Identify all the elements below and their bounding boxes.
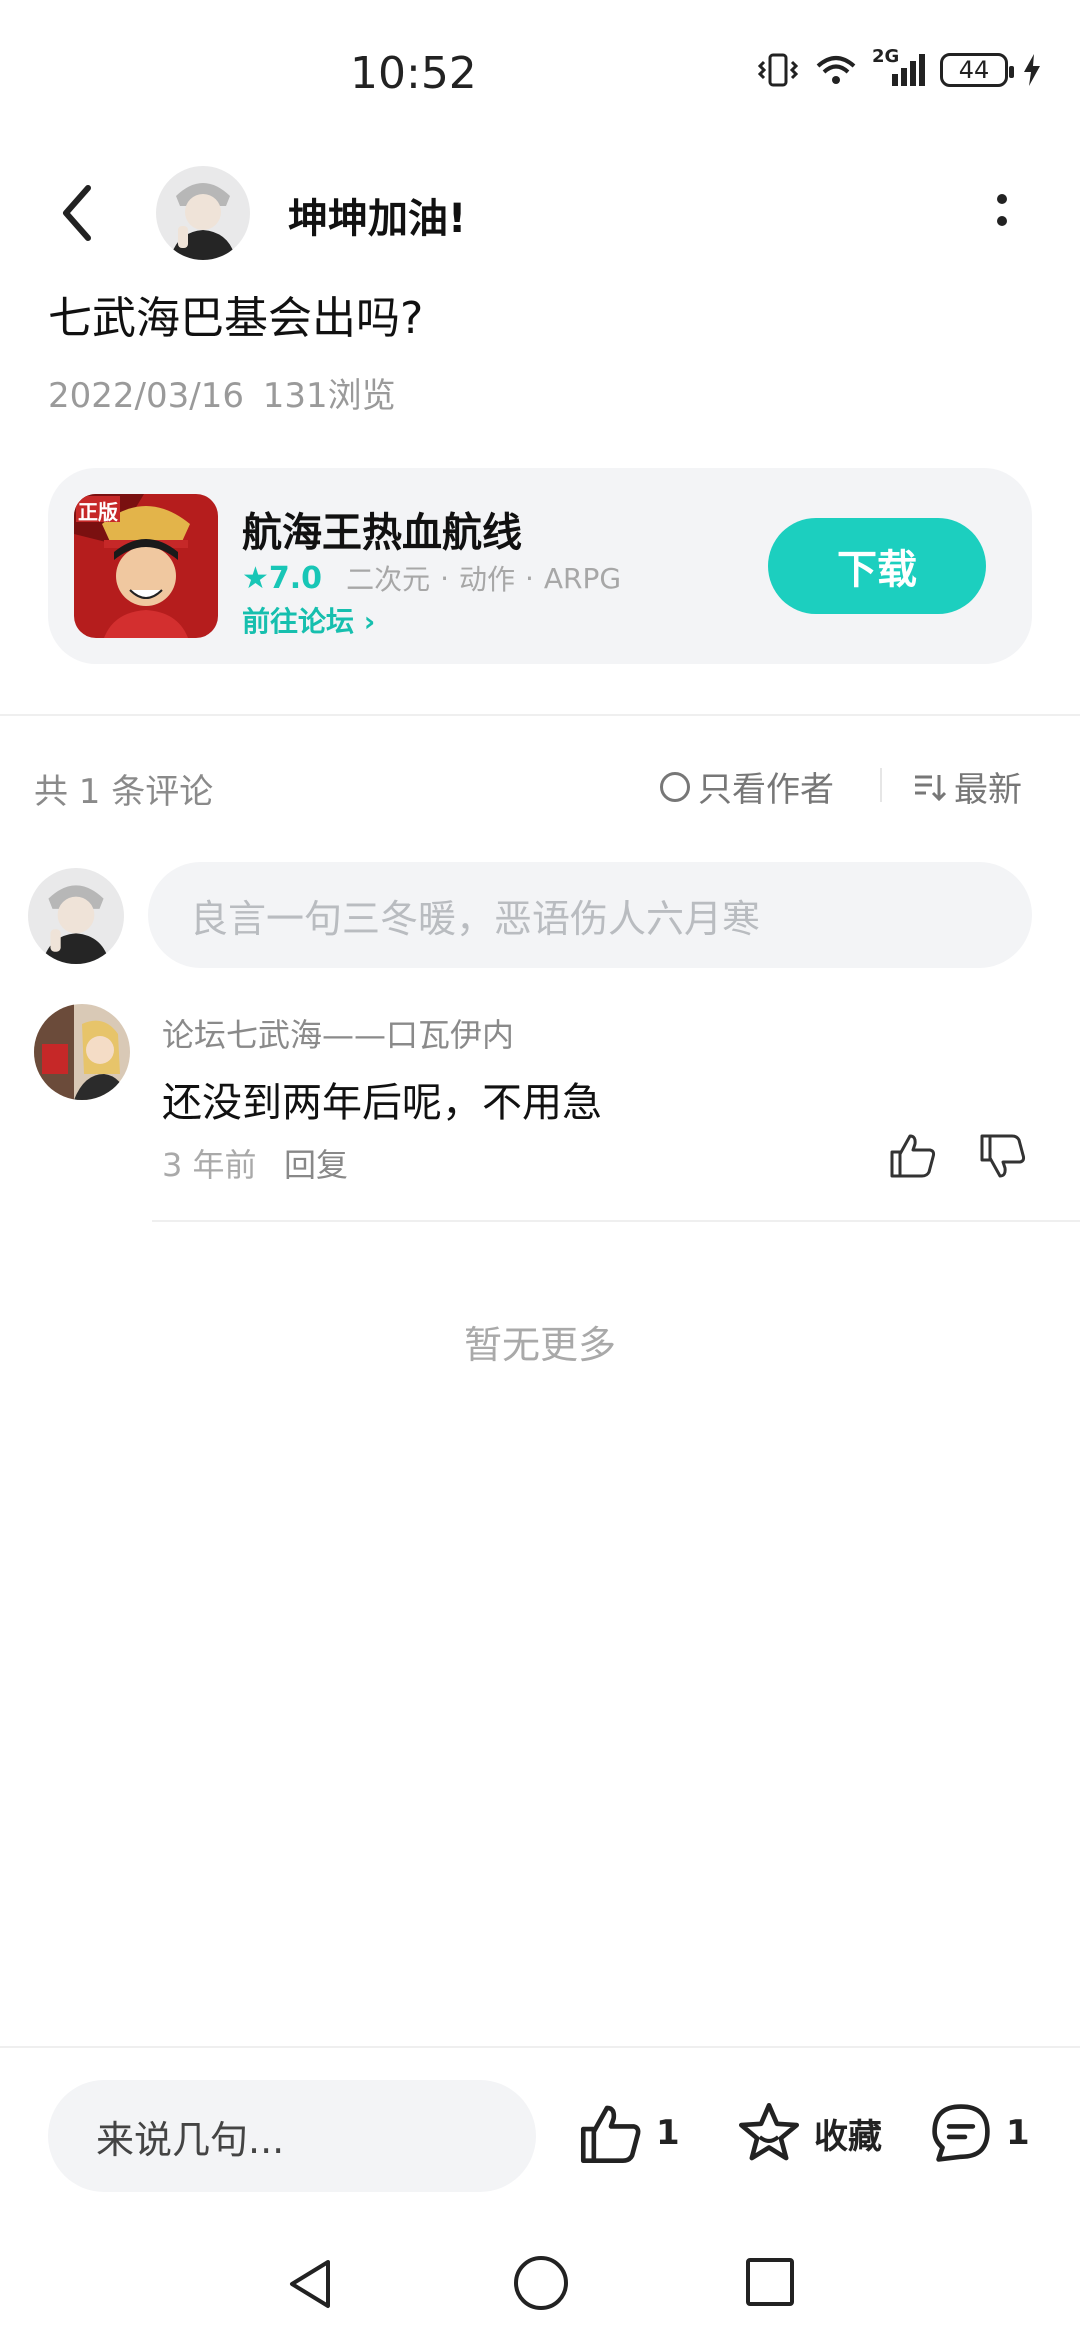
game-name: 航海王热血航线: [242, 510, 522, 556]
vertical-divider: [880, 768, 882, 802]
comment-count: 共 1 条评论: [34, 772, 214, 812]
game-rating: ★7.0: [242, 560, 323, 596]
comment-button[interactable]: 1: [928, 2100, 1030, 2166]
thumbs-up-icon: [580, 2105, 641, 2164]
sort-newest-button[interactable]: 最新: [912, 762, 1022, 811]
favorite-button[interactable]: 收藏: [736, 2100, 882, 2166]
battery-icon: 44: [940, 53, 1014, 87]
no-more-label: 暂无更多: [463, 1323, 616, 1367]
bottom-bar-divider: [0, 2046, 1080, 2048]
back-icon[interactable]: [52, 178, 102, 248]
battery-level: 44: [958, 56, 990, 84]
star-icon: [738, 2102, 800, 2161]
game-tag: ARPG: [543, 561, 622, 595]
nav-back-icon[interactable]: [286, 2256, 336, 2312]
current-user-avatar: [28, 868, 124, 964]
game-card[interactable]: 正版 航海王热血航线 ★7.0 二次元 · 动作 · ARPG 前往论坛 › 下…: [48, 468, 1032, 664]
game-icon: 正版: [74, 494, 218, 638]
reply-button[interactable]: 回复: [284, 1140, 348, 1186]
like-count: 1: [656, 2113, 680, 2153]
tag-separator: ·: [440, 561, 449, 595]
forum-link[interactable]: 前往论坛 ›: [242, 600, 375, 640]
comment-text: 还没到两年后呢，不用急: [162, 1080, 602, 1126]
commenter-avatar[interactable]: [34, 1004, 130, 1100]
game-tag: 动作: [458, 563, 515, 596]
favorite-label: 收藏: [814, 2116, 882, 2157]
comment-divider: [152, 1220, 1080, 1222]
more-options-icon[interactable]: [990, 188, 1014, 238]
nav-home-icon[interactable]: [514, 2256, 568, 2310]
game-rating-value: 7.0: [268, 560, 323, 596]
reply-input[interactable]: 来说几句...: [48, 2080, 536, 2192]
game-tag: 二次元: [346, 563, 431, 596]
author-username[interactable]: 坤坤加油!: [288, 186, 466, 244]
sort-label: 最新: [954, 770, 1022, 810]
radio-icon: [660, 771, 690, 802]
thumbs-up-icon[interactable]: [888, 1130, 938, 1180]
sort-icon: [915, 774, 946, 801]
post-date: 2022/03/16: [48, 376, 244, 416]
tag-separator: ·: [525, 561, 534, 595]
author-only-toggle[interactable]: 只看作者: [660, 762, 834, 811]
thumbs-down-icon[interactable]: [978, 1132, 1028, 1182]
status-icons: 2G 44: [756, 46, 1042, 88]
comment-time: 3 年前: [162, 1146, 257, 1184]
like-post-button[interactable]: 1: [578, 2100, 680, 2166]
game-meta: ★7.0 二次元 · 动作 · ARPG: [242, 558, 621, 598]
post-views: 131浏览: [262, 376, 396, 416]
author-only-label: 只看作者: [698, 770, 834, 810]
post-title: 七武海巴基会出吗?: [48, 293, 424, 344]
forum-link-label: 前往论坛: [242, 605, 355, 638]
post-meta: 2022/03/16 131浏览: [48, 368, 396, 417]
wifi-icon: [816, 56, 856, 84]
comment-bubble-icon: [932, 2104, 990, 2162]
game-icon-badge: 正版: [78, 500, 118, 524]
signal-icon: 2G: [872, 46, 926, 88]
status-time: 10:52: [350, 48, 477, 99]
nav-recent-icon[interactable]: [746, 2258, 794, 2306]
download-button[interactable]: 下载: [768, 518, 986, 614]
section-divider: [0, 714, 1080, 716]
comment-input[interactable]: 良言一句三冬暖，恶语伤人六月寒: [148, 862, 1032, 968]
vibrate-icon: [757, 53, 799, 87]
charging-icon: [1024, 54, 1040, 86]
comment-author[interactable]: 论坛七武海——口瓦伊内: [162, 1010, 514, 1056]
comment-count-badge: 1: [1006, 2113, 1030, 2153]
chevron-right-icon: ›: [363, 605, 376, 638]
author-avatar[interactable]: [156, 166, 250, 260]
